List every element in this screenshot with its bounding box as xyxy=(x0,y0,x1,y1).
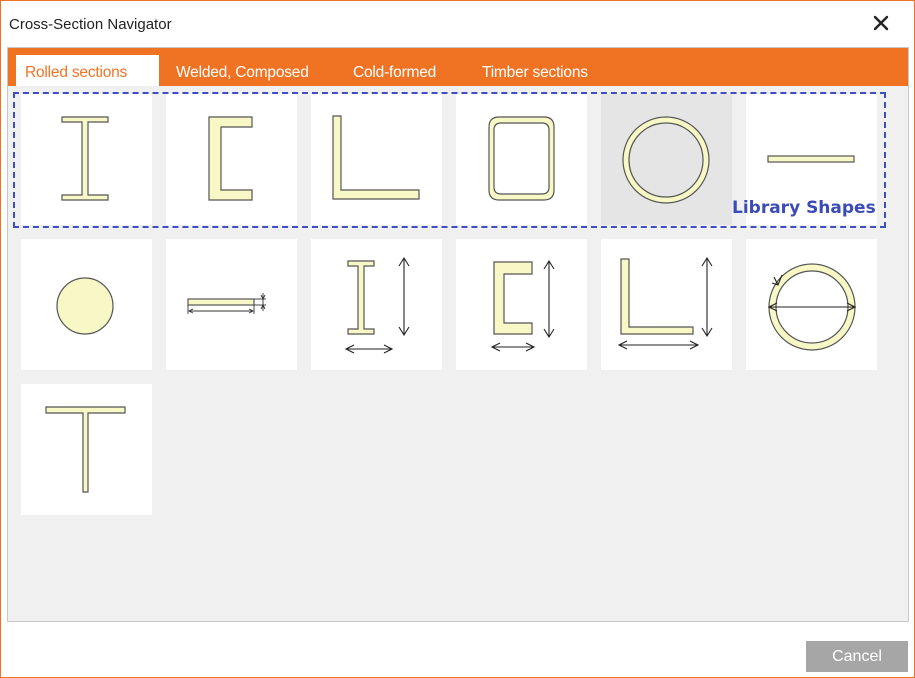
close-icon xyxy=(873,15,889,31)
shape-tile-angle-parametric[interactable] xyxy=(601,239,732,370)
tab-cold-formed[interactable]: Cold-formed xyxy=(344,55,460,86)
i-section-dimensioned-icon xyxy=(344,256,410,354)
title-bar: Cross-Section Navigator xyxy=(1,1,914,47)
shape-tile-circular-hollow[interactable] xyxy=(601,94,732,225)
t-section-icon xyxy=(45,406,126,493)
pipe-section-dimensioned-icon xyxy=(767,263,857,351)
tab-rolled-sections[interactable]: Rolled sections xyxy=(16,55,159,86)
round-bar-section-icon xyxy=(56,277,114,335)
content-panel: Rolled sections Welded, Composed Cold-fo… xyxy=(7,47,909,622)
rectangular-hollow-section-icon xyxy=(488,116,555,201)
shape-tile-i-beam[interactable] xyxy=(21,94,152,225)
circular-hollow-section-icon xyxy=(622,116,710,204)
shape-tile-angle[interactable] xyxy=(311,94,442,225)
shape-tile-i-beam-parametric[interactable] xyxy=(311,239,442,370)
cancel-button[interactable]: Cancel xyxy=(806,641,908,672)
channel-section-dimensioned-icon xyxy=(490,259,555,352)
flat-plate-dimensioned-icon xyxy=(187,293,266,314)
close-button[interactable] xyxy=(869,11,893,35)
i-section-icon xyxy=(61,116,109,201)
shape-tile-flat-plate-parametric[interactable] xyxy=(166,239,297,370)
shape-tile-round-bar[interactable] xyxy=(21,239,152,370)
library-shapes-label: Library Shapes xyxy=(732,198,876,218)
shape-tile-channel[interactable] xyxy=(166,94,297,225)
tab-welded-composed[interactable]: Welded, Composed xyxy=(167,55,327,86)
tab-timber-sections[interactable]: Timber sections xyxy=(473,55,613,86)
angle-section-dimensioned-icon xyxy=(617,256,713,350)
shape-tile-pipe-parametric[interactable] xyxy=(746,239,877,370)
shape-tile-channel-parametric[interactable] xyxy=(456,239,587,370)
angle-section-icon xyxy=(332,115,420,200)
tab-bar: Rolled sections Welded, Composed Cold-fo… xyxy=(8,48,908,86)
cross-section-navigator-dialog: Cross-Section Navigator Rolled sections … xyxy=(0,0,915,678)
shape-tile-rectangular-hollow[interactable] xyxy=(456,94,587,225)
window-title: Cross-Section Navigator xyxy=(9,16,172,33)
channel-section-icon xyxy=(208,116,253,201)
shape-tile-t-section[interactable] xyxy=(21,384,152,515)
